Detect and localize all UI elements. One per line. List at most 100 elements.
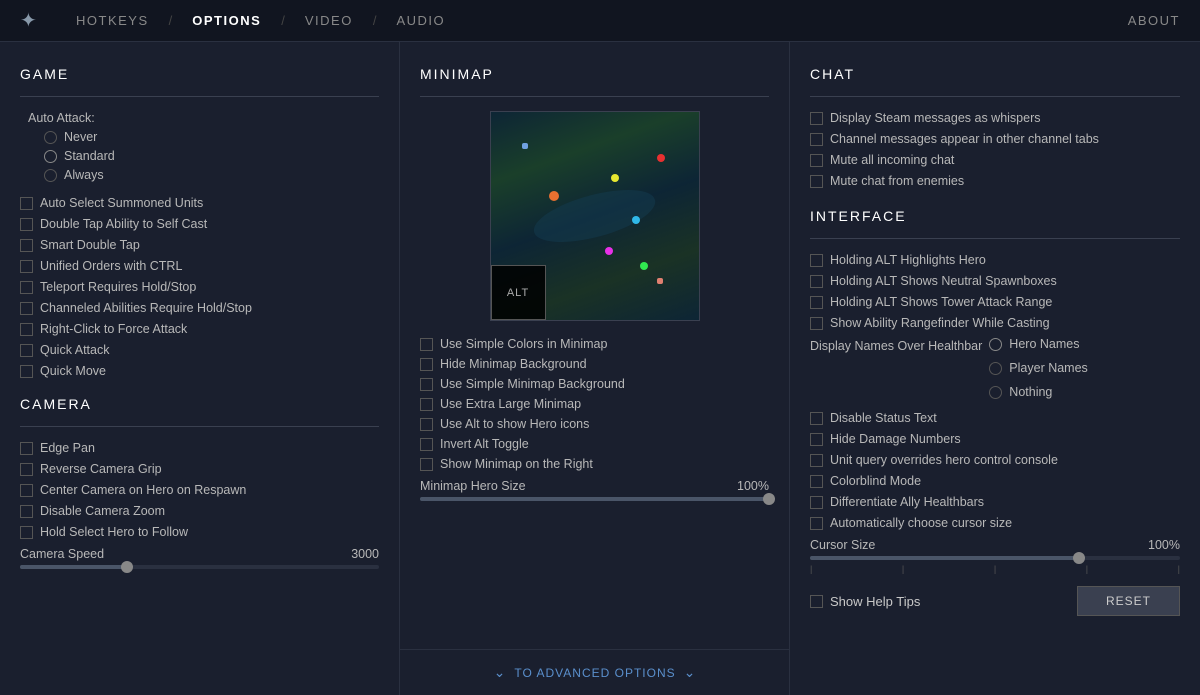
alt-indicator: ALT bbox=[491, 265, 546, 320]
label-holding-alt-tower[interactable]: Holding ALT Shows Tower Attack Range bbox=[830, 295, 1052, 309]
label-simple-minimap-bg[interactable]: Use Simple Minimap Background bbox=[440, 377, 625, 391]
check-hide-damage[interactable] bbox=[810, 433, 823, 446]
check-unified-orders[interactable] bbox=[20, 260, 33, 273]
label-holding-alt-hero[interactable]: Holding ALT Highlights Hero bbox=[830, 253, 986, 267]
radio-player-names[interactable] bbox=[989, 362, 1002, 375]
check-simple-minimap-bg[interactable] bbox=[420, 378, 433, 391]
label-differentiate-ally[interactable]: Differentiate Ally Healthbars bbox=[830, 495, 984, 509]
nav-hotkeys[interactable]: HOTKEYS bbox=[68, 13, 157, 28]
check-simple-colors[interactable] bbox=[420, 338, 433, 351]
nav-options[interactable]: OPTIONS bbox=[184, 13, 269, 28]
label-quick-move[interactable]: Quick Move bbox=[40, 364, 106, 378]
label-unit-query[interactable]: Unit query overrides hero control consol… bbox=[830, 453, 1058, 467]
label-quick-attack[interactable]: Quick Attack bbox=[40, 343, 109, 357]
label-display-steam[interactable]: Display Steam messages as whispers bbox=[830, 111, 1041, 125]
label-teleport[interactable]: Teleport Requires Hold/Stop bbox=[40, 280, 196, 294]
radio-standard[interactable] bbox=[44, 150, 57, 163]
label-extra-large[interactable]: Use Extra Large Minimap bbox=[440, 397, 581, 411]
label-channel-messages[interactable]: Channel messages appear in other channel… bbox=[830, 132, 1099, 146]
check-display-steam[interactable] bbox=[810, 112, 823, 125]
advanced-options-link[interactable]: ⌄ TO ADVANCED OPTIONS ⌄ bbox=[400, 649, 790, 695]
nav-video[interactable]: VIDEO bbox=[297, 13, 361, 28]
check-reverse-camera[interactable] bbox=[20, 463, 33, 476]
label-channeled[interactable]: Channeled Abilities Require Hold/Stop bbox=[40, 301, 252, 315]
label-hold-select[interactable]: Hold Select Hero to Follow bbox=[40, 525, 188, 539]
check-hold-select[interactable] bbox=[20, 526, 33, 539]
advanced-options-label[interactable]: TO ADVANCED OPTIONS bbox=[514, 666, 675, 680]
label-mute-enemies[interactable]: Mute chat from enemies bbox=[830, 174, 964, 188]
nav-about[interactable]: ABOUT bbox=[1128, 13, 1180, 28]
nav-audio[interactable]: AUDIO bbox=[388, 13, 453, 28]
label-minimap-right[interactable]: Show Minimap on the Right bbox=[440, 457, 593, 471]
radio-never[interactable] bbox=[44, 131, 57, 144]
check-mute-enemies[interactable] bbox=[810, 175, 823, 188]
check-channeled[interactable] bbox=[20, 302, 33, 315]
label-smart-double-tap[interactable]: Smart Double Tap bbox=[40, 238, 140, 252]
check-unit-query[interactable] bbox=[810, 454, 823, 467]
check-differentiate-ally[interactable] bbox=[810, 496, 823, 509]
check-hide-background[interactable] bbox=[420, 358, 433, 371]
label-right-click[interactable]: Right-Click to Force Attack bbox=[40, 322, 187, 336]
check-disable-status[interactable] bbox=[810, 412, 823, 425]
reset-button[interactable]: RESET bbox=[1077, 586, 1180, 616]
cursor-size-thumb[interactable] bbox=[1073, 552, 1085, 564]
cursor-size-track[interactable] bbox=[810, 556, 1180, 560]
radio-always-label[interactable]: Always bbox=[64, 168, 104, 182]
check-colorblind[interactable] bbox=[810, 475, 823, 488]
check-channel-messages[interactable] bbox=[810, 133, 823, 146]
check-invert-alt[interactable] bbox=[420, 438, 433, 451]
label-auto-cursor[interactable]: Automatically choose cursor size bbox=[830, 516, 1012, 530]
check-double-tap[interactable] bbox=[20, 218, 33, 231]
label-invert-alt[interactable]: Invert Alt Toggle bbox=[440, 437, 529, 451]
label-disable-zoom[interactable]: Disable Camera Zoom bbox=[40, 504, 165, 518]
label-nothing[interactable]: Nothing bbox=[1009, 385, 1052, 399]
radio-nothing[interactable] bbox=[989, 386, 1002, 399]
label-disable-status[interactable]: Disable Status Text bbox=[830, 411, 937, 425]
radio-standard-label[interactable]: Standard bbox=[64, 149, 115, 163]
label-auto-select[interactable]: Auto Select Summoned Units bbox=[40, 196, 203, 210]
label-hero-names[interactable]: Hero Names bbox=[1009, 337, 1079, 351]
radio-never-label[interactable]: Never bbox=[64, 130, 97, 144]
check-extra-large[interactable] bbox=[420, 398, 433, 411]
hero-size-thumb[interactable] bbox=[763, 493, 775, 505]
check-edge-pan[interactable] bbox=[20, 442, 33, 455]
label-double-tap[interactable]: Double Tap Ability to Self Cast bbox=[40, 217, 207, 231]
radio-always[interactable] bbox=[44, 169, 57, 182]
check-teleport[interactable] bbox=[20, 281, 33, 294]
radio-hero-names[interactable] bbox=[989, 338, 1002, 351]
label-show-help[interactable]: Show Help Tips bbox=[830, 594, 920, 609]
label-unified-orders[interactable]: Unified Orders with CTRL bbox=[40, 259, 182, 273]
check-show-rangefinder[interactable] bbox=[810, 317, 823, 330]
check-smart-double-tap[interactable] bbox=[20, 239, 33, 252]
label-colorblind[interactable]: Colorblind Mode bbox=[830, 474, 921, 488]
check-right-click[interactable] bbox=[20, 323, 33, 336]
label-mute-chat[interactable]: Mute all incoming chat bbox=[830, 153, 954, 167]
check-quick-move[interactable] bbox=[20, 365, 33, 378]
check-holding-alt-tower[interactable] bbox=[810, 296, 823, 309]
check-show-help[interactable] bbox=[810, 595, 823, 608]
label-player-names[interactable]: Player Names bbox=[1009, 361, 1088, 375]
camera-speed-thumb[interactable] bbox=[121, 561, 133, 573]
check-holding-alt-hero[interactable] bbox=[810, 254, 823, 267]
check-alt-hero-icons[interactable] bbox=[420, 418, 433, 431]
label-simple-colors[interactable]: Use Simple Colors in Minimap bbox=[440, 337, 607, 351]
check-auto-cursor[interactable] bbox=[810, 517, 823, 530]
label-show-rangefinder[interactable]: Show Ability Rangefinder While Casting bbox=[830, 316, 1050, 330]
label-center-camera[interactable]: Center Camera on Hero on Respawn bbox=[40, 483, 246, 497]
hero-size-track[interactable] bbox=[420, 497, 769, 501]
camera-speed-track[interactable] bbox=[20, 565, 379, 569]
check-mute-chat[interactable] bbox=[810, 154, 823, 167]
label-reverse-camera[interactable]: Reverse Camera Grip bbox=[40, 462, 162, 476]
label-holding-alt-spawnboxes[interactable]: Holding ALT Shows Neutral Spawnboxes bbox=[830, 274, 1057, 288]
check-disable-zoom[interactable] bbox=[20, 505, 33, 518]
check-minimap-right[interactable] bbox=[420, 458, 433, 471]
check-center-camera[interactable] bbox=[20, 484, 33, 497]
check-quick-attack[interactable] bbox=[20, 344, 33, 357]
check-holding-alt-spawnboxes[interactable] bbox=[810, 275, 823, 288]
check-auto-select[interactable] bbox=[20, 197, 33, 210]
label-edge-pan[interactable]: Edge Pan bbox=[40, 441, 95, 455]
label-alt-hero-icons[interactable]: Use Alt to show Hero icons bbox=[440, 417, 589, 431]
label-hide-background[interactable]: Hide Minimap Background bbox=[440, 357, 587, 371]
label-hide-damage[interactable]: Hide Damage Numbers bbox=[830, 432, 961, 446]
minimap-section-title: MINIMAP bbox=[420, 66, 769, 82]
